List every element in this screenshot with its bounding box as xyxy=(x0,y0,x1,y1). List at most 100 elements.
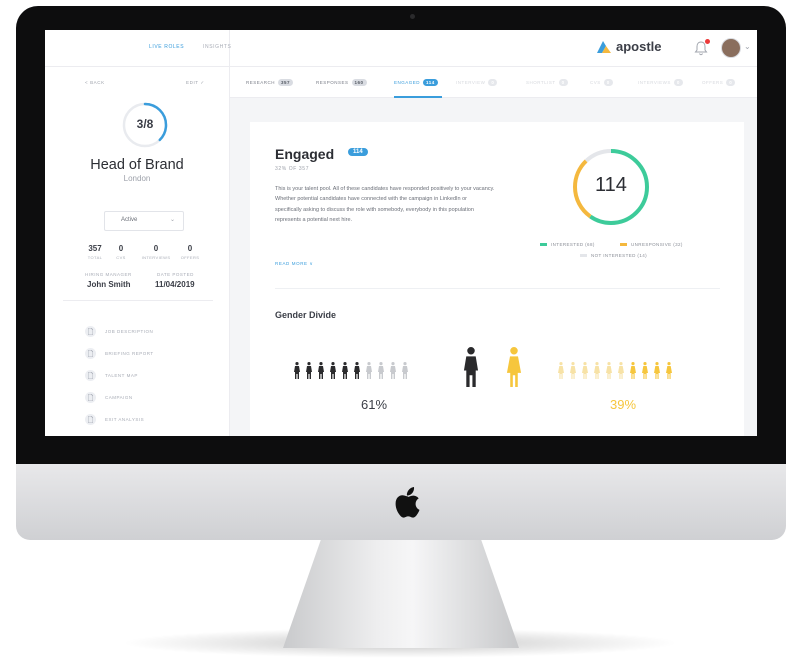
sidebar: < BACK EDIT ✓ 3/8 Head of Brand London A… xyxy=(45,67,230,436)
doc-campaign[interactable]: CAMPAIGN xyxy=(85,391,215,407)
female-person-icon xyxy=(618,362,624,379)
male-person-icon xyxy=(378,362,384,379)
tab-interviews[interactable]: INTERVIEWS 0 xyxy=(638,79,683,86)
tab-count: 0 xyxy=(673,79,683,86)
stat-cvs-value: 0 xyxy=(118,244,124,253)
female-person-icon xyxy=(570,362,576,379)
tab-count: 357 xyxy=(278,79,294,86)
doc-label: TALENT MAP xyxy=(105,373,138,378)
female-person-icon xyxy=(582,362,588,379)
male-person-icon xyxy=(390,362,396,379)
female-person-icon xyxy=(666,362,672,379)
nav-live-roles[interactable]: LIVE ROLES xyxy=(149,44,184,50)
tab-count: 0 xyxy=(726,79,736,86)
apostle-logo-icon xyxy=(597,41,611,53)
male-person-icon xyxy=(318,362,324,379)
camera-dot xyxy=(410,14,415,19)
sidebar-divider xyxy=(63,300,213,301)
female-person-icon xyxy=(558,362,564,379)
tab-count: 0 xyxy=(488,79,498,86)
tab-responses[interactable]: RESPONSES 160 xyxy=(316,79,367,86)
chevron-down-icon[interactable]: ⌄ xyxy=(744,42,751,51)
male-person-icon xyxy=(402,362,408,379)
male-person-icon xyxy=(306,362,312,379)
document-icon xyxy=(85,392,96,403)
legend-not-interested: NOT INTERESTED (14) xyxy=(580,253,647,258)
tab-label: CVS xyxy=(590,80,601,85)
doc-briefing-report[interactable]: BRIEFING REPORT xyxy=(85,347,215,363)
date-posted-value: 11/04/2019 xyxy=(155,280,195,289)
role-location: London xyxy=(123,174,151,183)
doc-label: JOB DESCRIPTION xyxy=(105,329,154,334)
legend-unresponsive: UNRESPONSIVE (32) xyxy=(620,242,683,247)
stat-interviews-label: INTERVIEWS xyxy=(141,255,171,260)
doc-label: CAMPAIGN xyxy=(105,395,133,400)
document-icon xyxy=(85,326,96,337)
tab-label: OFFERS xyxy=(702,80,724,85)
legend-interested: INTERESTED (68) xyxy=(540,242,595,247)
female-percentage: 39% xyxy=(610,397,637,412)
tab-research[interactable]: RESEARCH 357 xyxy=(246,79,294,86)
tab-count: 114 xyxy=(423,79,438,86)
female-person-icon xyxy=(654,362,660,379)
legend-label: INTERESTED (68) xyxy=(551,242,595,247)
doc-exit-analysis[interactable]: EXIT ANALYSIS xyxy=(85,413,215,429)
legend-label: NOT INTERESTED (14) xyxy=(591,253,648,258)
tab-label: ENGAGED xyxy=(394,80,421,85)
male-person-icon xyxy=(294,362,300,379)
back-link[interactable]: < BACK xyxy=(85,80,105,85)
edit-link[interactable]: EDIT ✓ xyxy=(186,80,205,86)
gender-divide-title: Gender Divide xyxy=(275,310,337,320)
tab-count: 160 xyxy=(351,79,367,86)
user-avatar[interactable] xyxy=(721,38,741,58)
male-icon xyxy=(463,347,479,387)
female-person-icon xyxy=(594,362,600,379)
hiring-manager-label: HIRING MANAGER xyxy=(85,272,132,277)
stat-interviews-value: 0 xyxy=(153,244,159,253)
brand-name: apostle xyxy=(616,39,662,54)
tab-count: 0 xyxy=(558,79,568,86)
tab-label: INTERVIEW xyxy=(456,80,486,85)
read-more-link[interactable]: READ MORE ∨ xyxy=(275,261,313,267)
tab-shortlist[interactable]: SHORTLIST 0 xyxy=(526,79,568,86)
doc-talent-map[interactable]: TALENT MAP xyxy=(85,369,215,385)
hiring-manager-value: John Smith xyxy=(87,280,131,289)
male-person-icon xyxy=(366,362,372,379)
tab-label: SHORTLIST xyxy=(526,80,556,85)
male-person-icon xyxy=(330,362,336,379)
status-value: Active xyxy=(121,217,138,223)
stat-cvs-label: CVS xyxy=(116,255,126,260)
card-divider xyxy=(275,288,720,289)
legend-label: UNRESPONSIVE (32) xyxy=(631,242,683,247)
engaged-card: Engaged 114 32% OF 357 This is your tale… xyxy=(250,122,744,436)
tab-engaged[interactable]: ENGAGED 114 xyxy=(394,79,438,86)
female-icon xyxy=(506,347,522,387)
role-title: Head of Brand xyxy=(90,157,184,173)
tab-cvs[interactable]: CVS 0 xyxy=(590,79,613,86)
screen: LIVE ROLES INSIGHTS apostle ⌄ < BACK EDI… xyxy=(45,30,757,436)
status-dropdown[interactable]: Active ⌄ xyxy=(104,211,184,231)
nav-insights[interactable]: INSIGHTS xyxy=(203,44,231,50)
notification-dot xyxy=(705,39,710,44)
doc-label: EXIT ANALYSIS xyxy=(105,417,145,422)
doc-job-description[interactable]: JOB DESCRIPTION xyxy=(85,325,215,341)
male-person-icon xyxy=(342,362,348,379)
doc-label: BRIEFING REPORT xyxy=(105,351,154,356)
tab-interview[interactable]: INTERVIEW 0 xyxy=(456,79,498,86)
tab-offers[interactable]: OFFERS 0 xyxy=(702,79,736,86)
stat-offers-label: OFFERS xyxy=(180,255,200,260)
tab-label: RESEARCH xyxy=(246,80,276,85)
tab-label: INTERVIEWS xyxy=(638,80,671,85)
female-person-icon xyxy=(630,362,636,379)
tab-count: 0 xyxy=(603,79,613,86)
chevron-down-icon: ⌄ xyxy=(169,217,175,223)
document-icon xyxy=(85,348,96,359)
donut-total: 114 xyxy=(595,174,627,196)
stat-offers-value: 0 xyxy=(187,244,193,253)
card-subtitle: 32% OF 357 xyxy=(275,166,310,172)
document-icon xyxy=(85,370,96,381)
document-icon xyxy=(85,414,96,425)
monitor-stand xyxy=(283,540,519,648)
card-description: This is your talent pool. All of these c… xyxy=(275,186,495,223)
stage-tabs: RESEARCH 357 RESPONSES 160 ENGAGED 114 INTE… xyxy=(230,67,757,98)
